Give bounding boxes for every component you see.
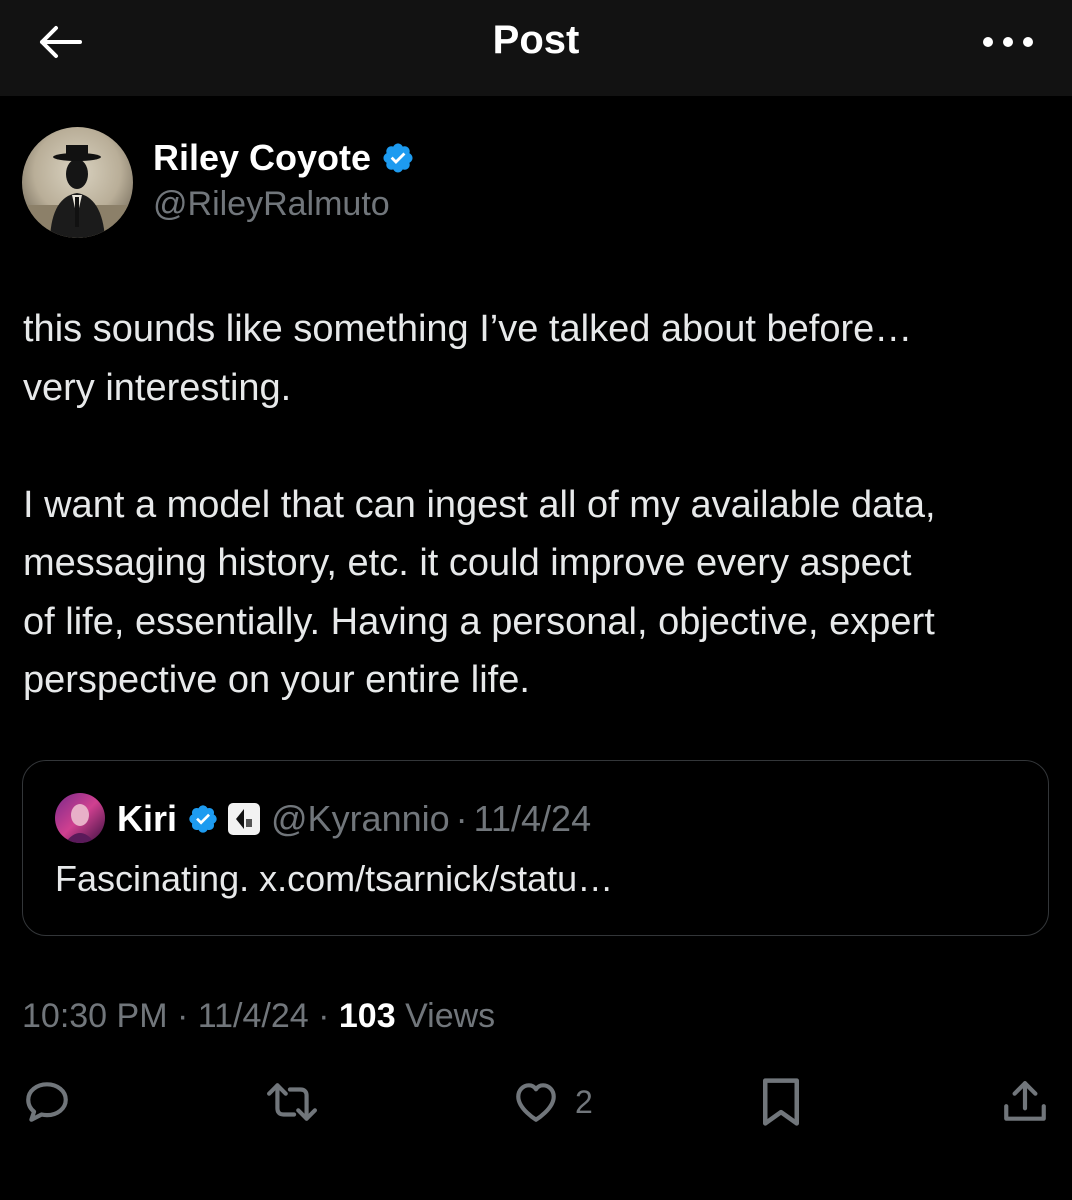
quote-author-name: Kiri — [117, 798, 178, 839]
reply-icon — [26, 1082, 68, 1122]
bookmark-button[interactable] — [758, 1070, 804, 1134]
share-icon — [1004, 1081, 1046, 1121]
page-title: Post — [492, 18, 580, 62]
quote-author-handle: @Kyrannio — [271, 798, 450, 839]
post-line: perspective on your entire life. — [23, 659, 530, 701]
repost-icon — [267, 1083, 317, 1121]
bookmark-icon — [763, 1078, 799, 1126]
quote-header: Kiri @Kyrannio · 11/4/24 — [117, 798, 591, 840]
share-button[interactable] — [1000, 1070, 1050, 1134]
post-line: this sounds like something I’ve talked a… — [23, 308, 913, 350]
views-count[interactable]: 103 — [339, 997, 396, 1035]
separator-dot: · — [308, 997, 339, 1035]
post-date: 11/4/24 — [197, 997, 309, 1035]
repost-button[interactable] — [264, 1070, 334, 1134]
post-line: I want a model that can ingest all of my… — [23, 483, 936, 526]
post-text: this sounds like something I’ve talked a… — [23, 300, 1058, 710]
post-line: messaging history, etc. it could improve… — [23, 542, 912, 584]
post-line: very interesting. — [23, 366, 292, 409]
top-nav-bar: Post — [0, 0, 1072, 96]
author-handle[interactable]: @RileyRalmuto — [153, 185, 390, 224]
reply-button[interactable] — [22, 1070, 86, 1134]
heart-icon — [516, 1083, 556, 1122]
like-count: 2 — [575, 1083, 593, 1120]
views-label: Views — [405, 997, 496, 1035]
quote-date: 11/4/24 — [473, 798, 592, 839]
more-dots-icon — [983, 37, 1033, 47]
separator-dot: · — [455, 798, 468, 839]
author-name[interactable]: Riley Coyote — [153, 137, 371, 179]
post-meta: 10:30 PM · 11/4/24 · 103 Views — [22, 997, 495, 1036]
quote-author-avatar — [55, 793, 105, 843]
like-button[interactable]: 2 — [511, 1070, 593, 1134]
author-avatar[interactable] — [22, 127, 133, 238]
action-bar: 2 — [0, 1070, 1072, 1134]
post-time: 10:30 PM — [22, 997, 168, 1035]
quoted-post-card[interactable]: Kiri @Kyrannio · 11/4/24 Fascinating. x.… — [22, 760, 1049, 936]
post-line: of life, essentially. Having a personal,… — [23, 600, 935, 643]
verified-badge-icon — [187, 803, 219, 835]
quote-text: Fascinating. x.com/tsarnick/statu… — [55, 858, 614, 899]
more-options-button[interactable] — [972, 22, 1044, 62]
separator-dot: · — [167, 997, 198, 1035]
author-name-row[interactable]: Riley Coyote — [153, 137, 415, 179]
verified-badge-icon — [383, 143, 413, 173]
affiliation-badge-icon — [227, 802, 261, 836]
